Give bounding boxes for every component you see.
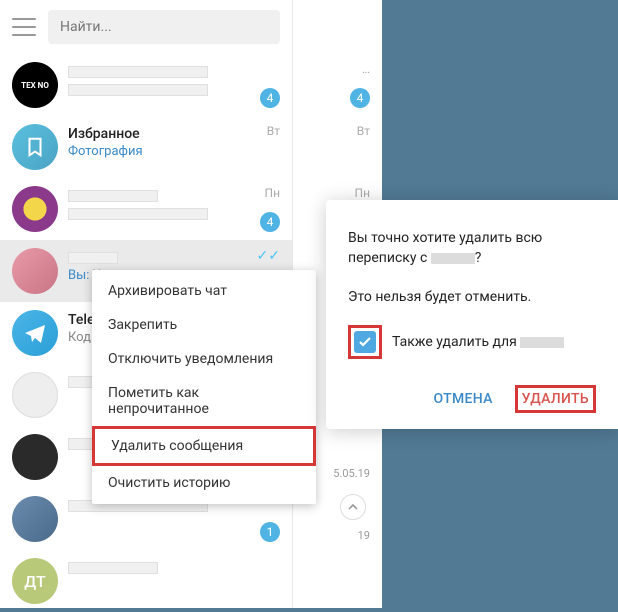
unread-badge: 1 <box>260 522 280 542</box>
scroll-up-button[interactable] <box>340 494 366 520</box>
telegram-icon <box>12 310 58 356</box>
delete-button[interactable]: УДАЛИТЬ <box>515 385 596 413</box>
delete-dialog: Вы точно хотите удалить всю переписку с … <box>326 200 618 429</box>
ctx-archive[interactable]: Архивировать чат <box>92 274 316 308</box>
ctx-delete-messages[interactable]: Удалить сообщения <box>92 426 316 466</box>
topbar <box>0 0 292 54</box>
unread-badge: 4 <box>350 88 370 108</box>
read-checks-icon: ✓✓ <box>257 248 280 264</box>
avatar <box>12 248 58 294</box>
chat-item[interactable]: Пн 4 <box>0 178 292 240</box>
ctx-mark-unread[interactable]: Пометить как непрочитанное <box>92 376 316 426</box>
chat-title <box>68 64 280 80</box>
chat-time: Пн <box>265 186 280 200</box>
avatar <box>12 186 58 232</box>
checkbox-label: Также удалить для <box>392 334 564 350</box>
search-input[interactable] <box>60 19 268 35</box>
ctx-mute[interactable]: Отключить уведомления <box>92 342 316 376</box>
date: 5.05.19 <box>333 467 370 480</box>
ctx-pin[interactable]: Закрепить <box>92 308 316 342</box>
time: Пн <box>355 186 370 200</box>
cancel-button[interactable]: ОТМЕНА <box>430 385 497 413</box>
unread-badge: 4 <box>260 212 280 232</box>
date: 19 <box>358 529 370 542</box>
dialog-warning: Это нельзя будет отменить. <box>348 287 596 307</box>
chat-item[interactable]: ДТ <box>0 550 292 612</box>
you-prefix: Вы: <box>68 268 93 283</box>
chat-title: Избранное <box>68 126 280 142</box>
search-field[interactable] <box>48 10 280 44</box>
avatar: ДТ <box>12 558 58 604</box>
chat-time: Вт <box>267 124 280 138</box>
context-menu: Архивировать чат Закрепить Отключить уве… <box>92 270 316 504</box>
avatar <box>12 434 58 480</box>
also-delete-checkbox[interactable] <box>354 331 376 353</box>
dialog-message: Вы точно хотите удалить всю переписку с … <box>348 228 596 269</box>
bookmark-icon <box>12 124 58 170</box>
time: Вт <box>357 124 370 138</box>
chat-item-saved[interactable]: Избранное Фотография Вт <box>0 116 292 178</box>
unread-badge: 4 <box>260 88 280 108</box>
chat-preview: Фотография <box>68 144 143 159</box>
ctx-clear-history[interactable]: Очистить историю <box>92 466 316 500</box>
menu-icon[interactable] <box>12 18 36 36</box>
avatar: TEX NO <box>12 62 58 108</box>
avatar <box>12 496 58 542</box>
chat-item[interactable]: TEX NO 4 <box>0 54 292 116</box>
avatar <box>12 372 58 418</box>
